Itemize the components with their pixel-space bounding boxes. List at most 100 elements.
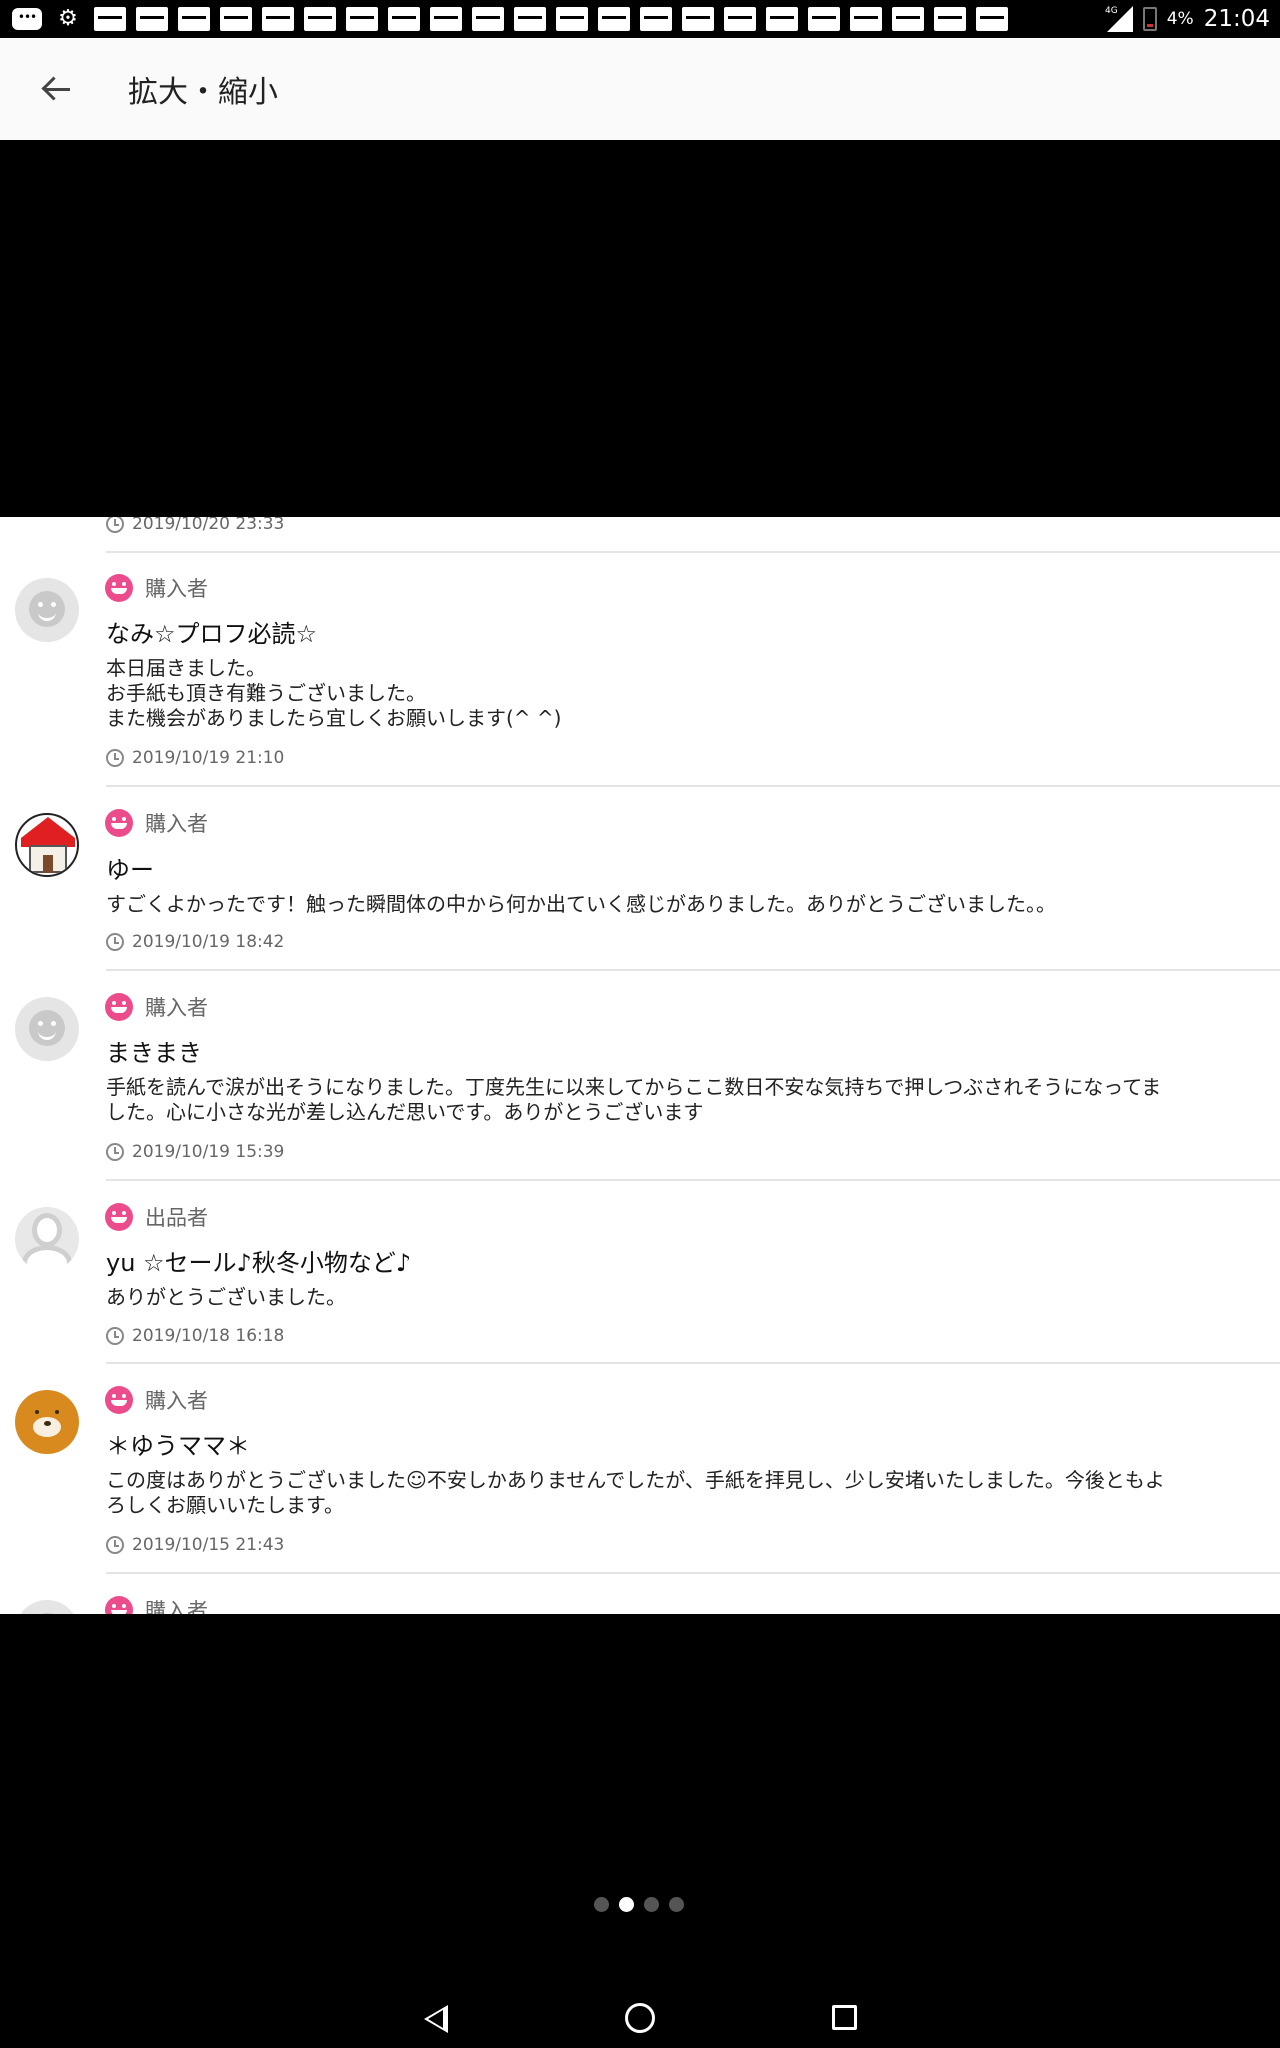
avatar[interactable] xyxy=(15,1600,79,1614)
reviewer-name[interactable]: ＊ゆうママ＊ xyxy=(106,1426,250,1461)
notification-thumb-icon xyxy=(430,7,462,31)
sync-icon: ⚙ xyxy=(58,6,78,31)
notification-thumb-icon xyxy=(136,7,168,31)
divider xyxy=(106,551,1280,553)
timestamp-text: 2019/10/19 21:10 xyxy=(132,748,285,768)
avatar[interactable] xyxy=(15,578,79,642)
notification-thumb-icon xyxy=(388,7,420,31)
role-label: 購入者 xyxy=(145,1389,208,1413)
notification-thumb-icon xyxy=(808,7,840,31)
notification-thumb-icon xyxy=(976,7,1008,31)
role-label: 購入者 xyxy=(145,996,208,1020)
nav-back-icon[interactable] xyxy=(424,2005,448,2033)
review-body: この度はありがとうございました☺不安しかありませんでしたが、手紙を拝見し、少し安… xyxy=(106,1468,1256,1518)
role-badge: 購入者 xyxy=(105,808,208,838)
review-line: すごくよかったです！触った瞬間体の中から何か出ていく感じがありました。ありがとう… xyxy=(106,892,1056,916)
divider xyxy=(106,1572,1280,1574)
clock-icon xyxy=(106,1327,124,1345)
avatar[interactable] xyxy=(15,1390,79,1454)
review-line: また機会がありましたら宜しくお願いします(^ ^) xyxy=(106,706,562,730)
page-dot[interactable] xyxy=(594,1897,609,1912)
reviewer-name[interactable]: ゆー xyxy=(106,850,154,885)
battery-icon xyxy=(1142,7,1157,31)
timestamp-text: 2019/10/18 16:18 xyxy=(132,1326,285,1346)
avatar[interactable] xyxy=(15,1207,79,1271)
clock-icon xyxy=(106,933,124,951)
clock-icon xyxy=(106,1536,124,1554)
timestamp: 2019/10/19 21:10 xyxy=(106,747,284,769)
notification-thumb-icon xyxy=(514,7,546,31)
timestamp: 2019/10/15 21:43 xyxy=(106,1534,284,1556)
timestamp: 2019/10/18 16:18 xyxy=(106,1325,284,1347)
app-bar: 拡大・縮小 xyxy=(0,38,1280,140)
role-badge: 購入者 xyxy=(105,1385,208,1415)
review-line: 本日届きました。 xyxy=(106,656,266,680)
role-badge: 購入者 xyxy=(105,573,208,603)
reviewer-name[interactable]: まきまき xyxy=(106,1033,202,1068)
smile-icon xyxy=(105,574,133,602)
page-title: 拡大・縮小 xyxy=(128,75,278,110)
page-dot[interactable] xyxy=(669,1897,684,1912)
notification-thumb-icon xyxy=(556,7,588,31)
notification-thumb-icon xyxy=(346,7,378,31)
notification-thumb-icon xyxy=(892,7,924,31)
timestamp-text: 2019/10/15 21:43 xyxy=(132,1535,285,1555)
smile-icon xyxy=(105,809,133,837)
timestamp-text: 2019/10/20 23:33 xyxy=(132,517,285,534)
clock-icon xyxy=(106,749,124,767)
notification-icons: ⚙ xyxy=(12,6,1008,32)
page-indicator xyxy=(594,1897,684,1912)
clock-time: 21:04 xyxy=(1203,6,1270,32)
role-label: 購入者 xyxy=(145,577,208,601)
role-badge: 出品者 xyxy=(105,1202,208,1232)
timestamp: 2019/10/20 23:33 xyxy=(106,517,284,535)
clock-icon xyxy=(106,517,124,533)
reviewer-name[interactable]: yu ☆セール♪秋冬小物など♪ xyxy=(106,1243,411,1278)
page-dot[interactable] xyxy=(644,1897,659,1912)
review-line: した。心に小さな光が差し込んだ思いです。ありがとうございます xyxy=(106,1100,704,1124)
review-body: 手紙を読んで涙が出そうになりました。丁度先生に以来してからここ数日不安な気持ちで… xyxy=(106,1075,1256,1125)
divider xyxy=(106,1362,1280,1364)
message-icon xyxy=(12,8,42,30)
nav-recents-icon[interactable] xyxy=(832,2005,857,2030)
timestamp-text: 2019/10/19 18:42 xyxy=(132,932,285,952)
notification-thumb-icon xyxy=(724,7,756,31)
review-line: 手紙を読んで涙が出そうになりました。丁度先生に以来してからここ数日不安な気持ちで… xyxy=(106,1075,1162,1099)
smile-icon xyxy=(105,1203,133,1231)
notification-thumb-icon xyxy=(94,7,126,31)
clock-icon xyxy=(106,1143,124,1161)
smile-icon xyxy=(105,1386,133,1414)
signal-icon xyxy=(1106,6,1133,32)
back-arrow-icon[interactable] xyxy=(38,69,78,109)
notification-thumb-icon xyxy=(304,7,336,31)
page-dot-active[interactable] xyxy=(619,1897,634,1912)
role-badge: 購入者 xyxy=(105,1595,208,1614)
smile-icon xyxy=(105,993,133,1021)
review-body: すごくよかったです！触った瞬間体の中から何か出ていく感じがありました。ありがとう… xyxy=(106,892,1256,917)
avatar[interactable] xyxy=(15,813,79,877)
reviewer-name[interactable]: なみ☆プロフ必読☆ xyxy=(106,614,317,649)
notification-thumb-icon xyxy=(640,7,672,31)
smile-icon xyxy=(105,1596,133,1614)
divider xyxy=(106,969,1280,971)
image-viewer[interactable]: 2019/10/20 23:33 購入者 なみ☆プロフ必読☆ 本日届きました。 … xyxy=(0,140,1280,2000)
notification-thumb-icon xyxy=(850,7,882,31)
review-body: ありがとうございました。 xyxy=(106,1285,1256,1310)
review-line: この度はありがとうございました☺不安しかありませんでしたが、手紙を拝見し、少し安… xyxy=(106,1468,1165,1492)
notification-thumb-icon xyxy=(598,7,630,31)
review-line: ろしくお願いいたします。 xyxy=(106,1493,344,1517)
notification-thumb-icon xyxy=(682,7,714,31)
role-label: 出品者 xyxy=(145,1206,208,1230)
review-screenshot[interactable]: 2019/10/20 23:33 購入者 なみ☆プロフ必読☆ 本日届きました。 … xyxy=(0,517,1280,1614)
role-label: 購入者 xyxy=(145,812,208,836)
review-line: お手紙も頂き有難うございました。 xyxy=(106,681,426,705)
notification-thumb-icon xyxy=(178,7,210,31)
nav-home-icon[interactable] xyxy=(625,2003,655,2033)
avatar[interactable] xyxy=(15,997,79,1061)
review-line: ありがとうございました。 xyxy=(106,1285,346,1309)
timestamp: 2019/10/19 18:42 xyxy=(106,931,284,953)
review-body: 本日届きました。 お手紙も頂き有難うございました。 また機会がありましたら宜しく… xyxy=(106,656,1256,731)
notification-thumb-icon xyxy=(262,7,294,31)
timestamp: 2019/10/19 15:39 xyxy=(106,1141,284,1163)
status-bar: ⚙ 4G 4% 21:04 xyxy=(0,0,1280,38)
